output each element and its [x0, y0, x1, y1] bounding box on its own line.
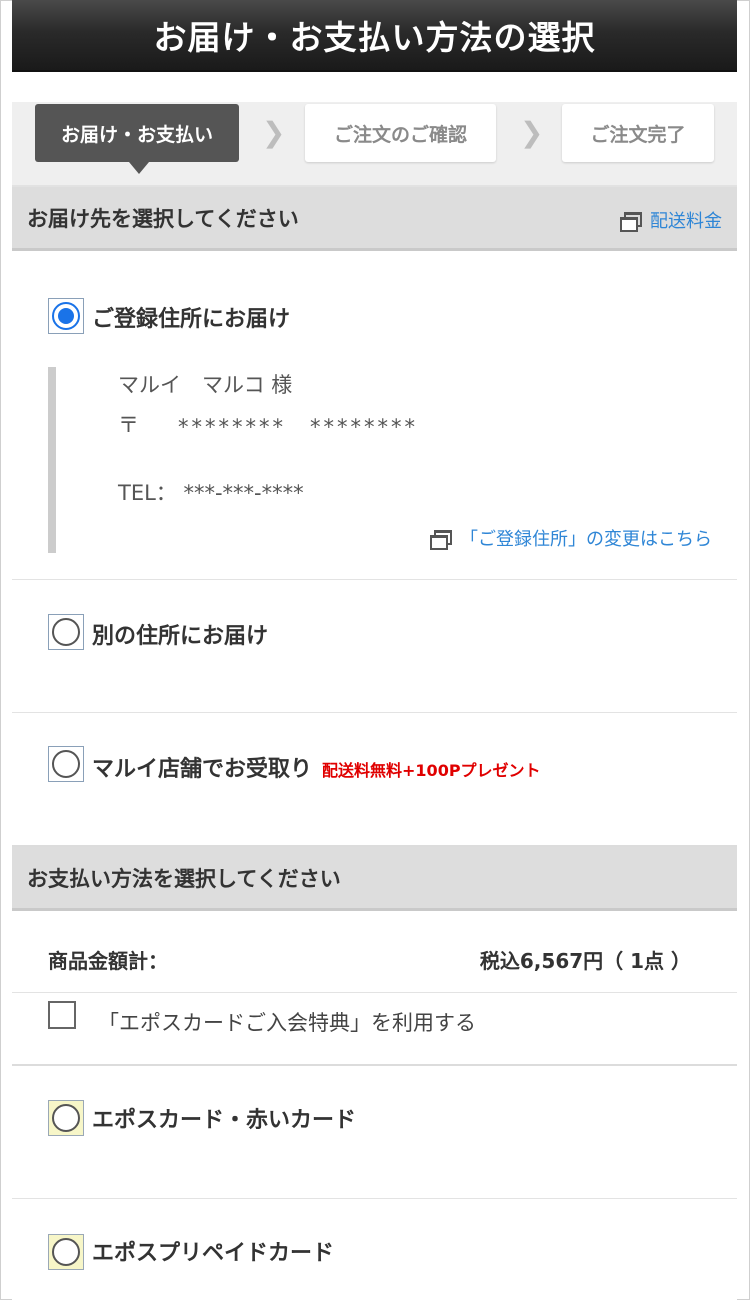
radio-dot-icon — [52, 1238, 80, 1266]
delivery-section-title: お届け先を選択してください — [27, 206, 299, 231]
payment-section-title: お支払い方法を選択してください — [27, 866, 341, 891]
postal-address: ******** ******** — [178, 415, 418, 439]
epos-prepaid-label: エポスプリペイドカード — [92, 1241, 335, 1266]
new-window-icon — [620, 212, 642, 232]
radio-dot-icon — [52, 618, 80, 646]
delivery-section-header: お届け先を選択してください 配送料金 — [12, 187, 737, 251]
checkout-page: お届け・お支払い方法の選択 お届け・お支払い ❯ ご注文のご確認 ❯ ご注文完了… — [12, 0, 737, 1300]
change-address-link-label: 「ご登録住所」の変更はこちら — [460, 529, 712, 550]
shipping-fee-link-label: 配送料金 — [650, 211, 722, 232]
step-order-confirm: ご注文のご確認 — [305, 104, 496, 162]
other-address-label: 別の住所にお届け — [92, 624, 269, 649]
registered-address-label: ご登録住所にお届け — [92, 307, 291, 332]
epos-card-radio[interactable] — [48, 1100, 84, 1136]
postal-mark: 〒 — [118, 413, 139, 437]
epos-prepaid-radio[interactable] — [48, 1234, 84, 1270]
store-pickup-radio[interactable] — [48, 746, 84, 782]
campaign-option-row[interactable]: 「エポスカードご入会特典」を利用する — [12, 993, 737, 1066]
change-address-link[interactable]: 「ご登録住所」の変更はこちら — [430, 525, 712, 551]
chevron-right-icon: ❯ — [262, 116, 286, 149]
step-order-complete: ご注文完了 — [562, 104, 714, 162]
campaign-checkbox[interactable] — [48, 1001, 76, 1029]
payment-section-header: お支払い方法を選択してください — [12, 847, 737, 911]
registered-address-radio[interactable] — [48, 298, 84, 334]
registered-address-box: マルイ マルコ 様 〒 ******** ******** TEL： ***-*… — [48, 367, 712, 553]
step-delivery-payment: お届け・お支払い — [35, 104, 239, 174]
page-header: お届け・お支払い方法の選択 — [12, 0, 737, 72]
page-title: お届け・お支払い方法の選択 — [153, 18, 596, 57]
store-pickup-promo: 配送料無料+100Pプレゼント — [322, 761, 541, 780]
order-total-value: 税込6,567円（ 1点 ） — [479, 949, 691, 973]
payment-option-epos-card[interactable]: エポスカード・赤いカード — [12, 1066, 737, 1199]
delivery-option-other[interactable]: 別の住所にお届け — [12, 580, 737, 713]
store-pickup-label: マルイ店舗でお受取り 配送料無料+100Pプレゼント — [92, 751, 541, 783]
order-total-label: 商品金額計： — [48, 949, 168, 973]
radio-dot-icon — [52, 750, 80, 778]
delivery-option-store[interactable]: マルイ店舗でお受取り 配送料無料+100Pプレゼント — [12, 713, 737, 847]
payment-option-epos-prepaid[interactable]: エポスプリペイドカード — [12, 1199, 737, 1300]
recipient-name: マルイ マルコ 様 — [118, 373, 293, 397]
order-total-row: 商品金額計： 税込6,567円（ 1点 ） — [12, 911, 737, 993]
new-window-icon — [430, 530, 452, 550]
phone-number: TEL： ***-***-**** — [118, 481, 304, 505]
epos-card-label: エポスカード・赤いカード — [92, 1108, 357, 1133]
radio-dot-icon — [52, 302, 80, 330]
campaign-checkbox-label: 「エポスカードご入会特典」を利用する — [98, 1011, 476, 1035]
radio-dot-icon — [52, 1104, 80, 1132]
store-pickup-text: マルイ店舗でお受取り — [92, 757, 313, 782]
other-address-radio[interactable] — [48, 614, 84, 650]
chevron-right-icon: ❯ — [520, 116, 544, 149]
shipping-fee-link[interactable]: 配送料金 — [620, 207, 722, 233]
checkout-steps: お届け・お支払い ❯ ご注文のご確認 ❯ ご注文完了 — [12, 102, 737, 187]
